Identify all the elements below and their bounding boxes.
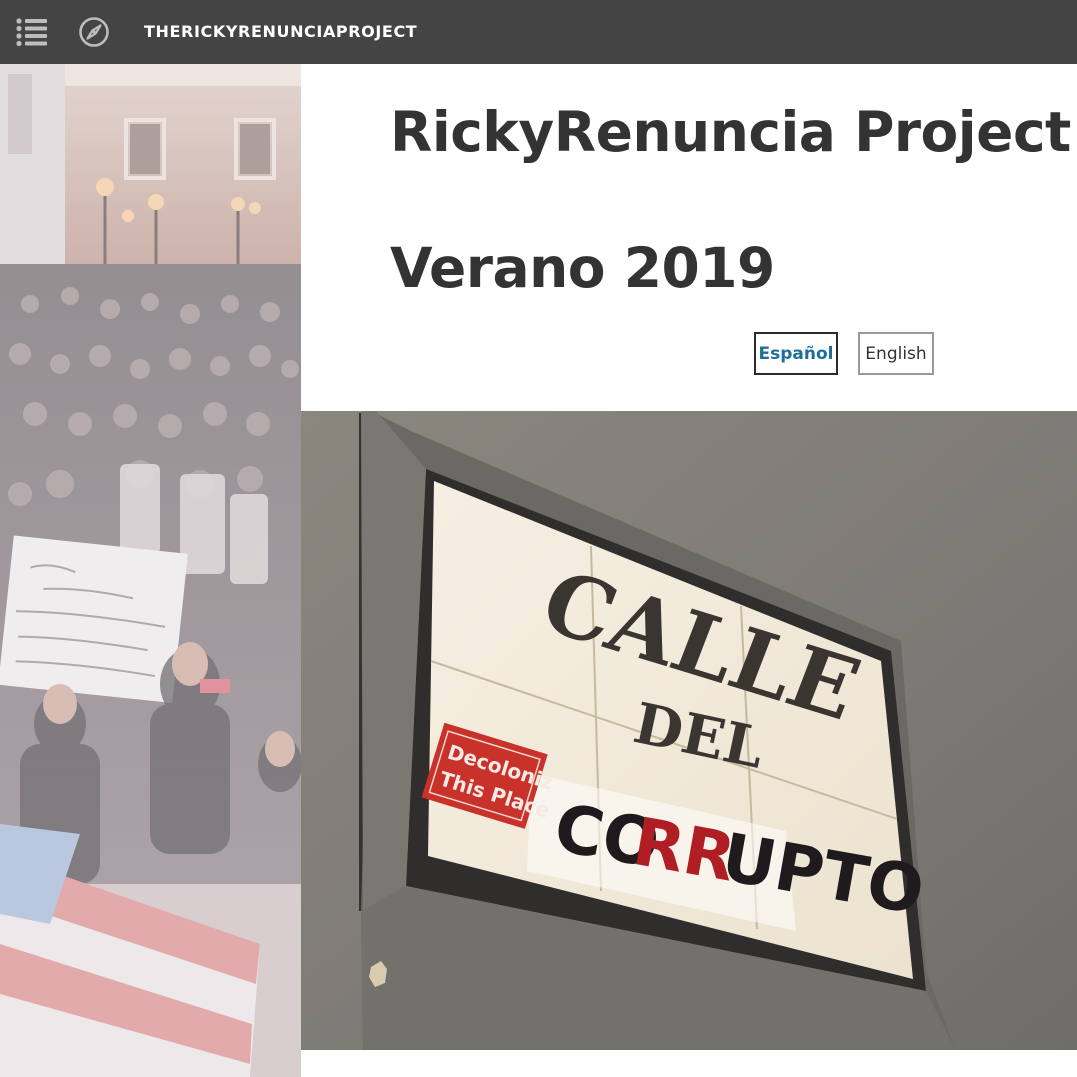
page-heading: RickyRenuncia Project Verano 2019 (390, 96, 1071, 304)
top-navigation-bar: THERICKYRENUNCIAPROJECT (0, 0, 1077, 64)
english-language-button[interactable]: English (858, 332, 934, 375)
heading-subtitle-line: Verano 2019 (390, 236, 775, 300)
site-title-link[interactable]: THERICKYRENUNCIAPROJECT (144, 20, 417, 44)
spanish-language-button[interactable]: Español (754, 332, 838, 375)
compass-icon[interactable] (78, 16, 110, 48)
heading-title-line: RickyRenuncia Project (390, 100, 1071, 164)
calle-del-corrupto-photo: CALLE DEL CO RR UPTO Decoloniz This Plac… (301, 411, 1077, 1050)
list-menu-icon[interactable] (16, 17, 48, 47)
protest-crowd-photo (0, 64, 301, 1077)
